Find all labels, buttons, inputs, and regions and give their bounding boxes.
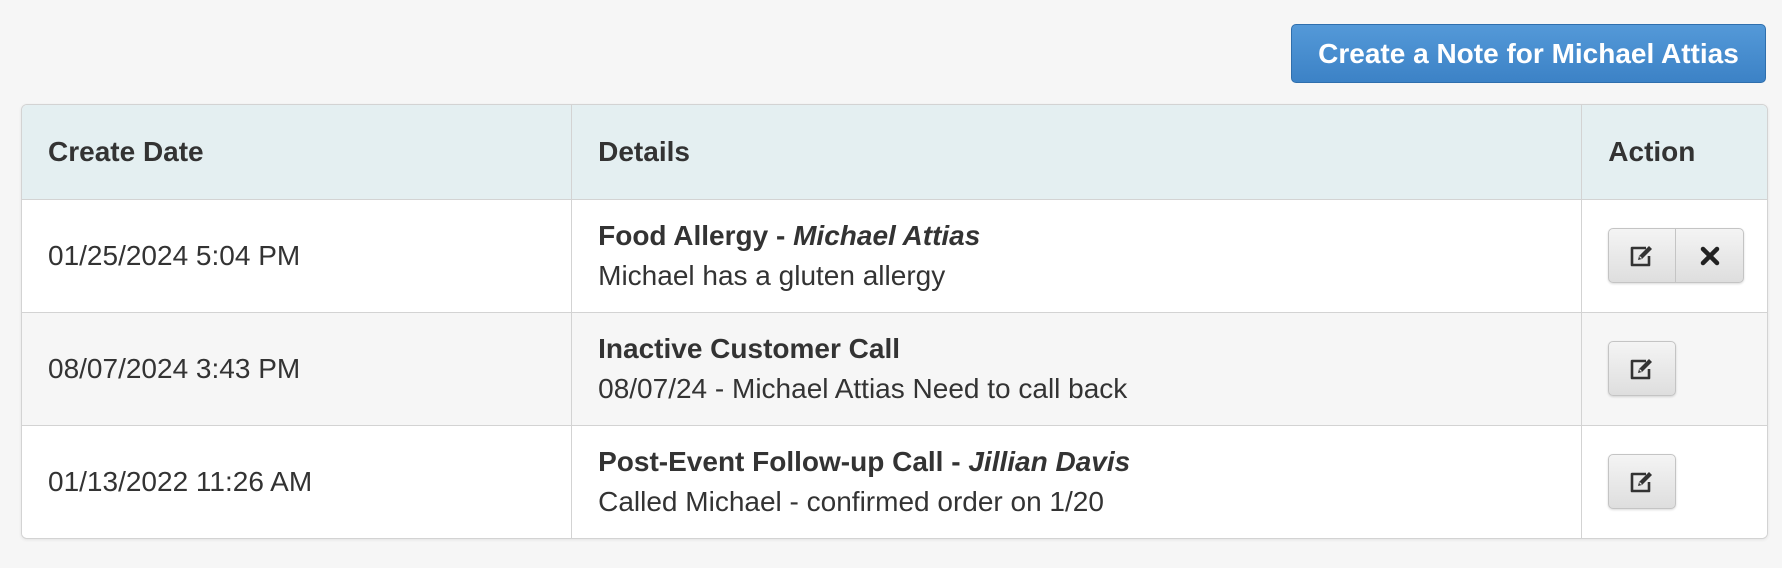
note-body: 08/07/24 - Michael Attias Need to call b… [598,372,1128,404]
note-title: Post-Event Follow-up Call - Jillian Davi… [598,442,1581,482]
create-date-cell: 01/25/2024 5:04 PM [22,198,573,312]
action-button-group [1608,228,1745,283]
create-date-cell: 01/13/2022 11:26 AM [22,424,573,538]
create-note-button[interactable]: Create a Note for Michael Attias [1291,24,1766,83]
note-author: Michael Attias [793,219,981,251]
details-cell: Inactive Customer Call 08/07/24 - Michae… [571,311,1583,425]
details-cell: Post-Event Follow-up Call - Jillian Davi… [571,424,1583,538]
column-header-action: Action [1581,105,1767,200]
edit-icon [1630,245,1653,266]
note-body: Michael has a gluten allergy [598,259,946,291]
table-header-row: Create Date Details Action [22,105,1767,200]
edit-note-button[interactable] [1608,228,1677,283]
action-button-group [1608,454,1677,510]
note-body: Called Michael - confirmed order on 1/20 [598,485,1104,517]
delete-note-button[interactable] [1676,228,1745,283]
edit-note-button[interactable] [1608,454,1677,510]
note-title: Food Allergy - Michael Attias [598,216,1581,256]
notes-table: Create Date Details Action 01/25/2024 5:… [21,104,1768,539]
title-separator: - [768,219,794,251]
note-type: Food Allergy [598,219,769,251]
column-header-details[interactable]: Details [571,105,1583,200]
column-header-create-date[interactable]: Create Date [22,105,573,200]
note-title: Inactive Customer Call [598,329,1581,369]
action-cell [1581,424,1767,538]
action-cell [1581,198,1767,312]
table-row: 01/25/2024 5:04 PM Food Allergy - Michae… [22,198,1767,312]
action-button-group [1608,341,1677,396]
create-date-cell: 08/07/2024 3:43 PM [22,311,573,425]
note-type: Post-Event Follow-up Call [598,445,944,477]
details-cell: Food Allergy - Michael Attias Michael ha… [571,198,1583,312]
note-author: Jillian Davis [968,445,1131,477]
title-separator: - [943,445,969,477]
edit-icon [1630,471,1653,493]
edit-icon [1630,358,1653,379]
action-cell [1581,311,1767,425]
edit-note-button[interactable] [1608,341,1677,396]
table-row: 01/13/2022 11:26 AM Post-Event Follow-up… [22,424,1767,538]
delete-icon [1700,246,1720,265]
note-type: Inactive Customer Call [598,332,900,364]
table-row: 08/07/2024 3:43 PM Inactive Customer Cal… [22,311,1767,425]
